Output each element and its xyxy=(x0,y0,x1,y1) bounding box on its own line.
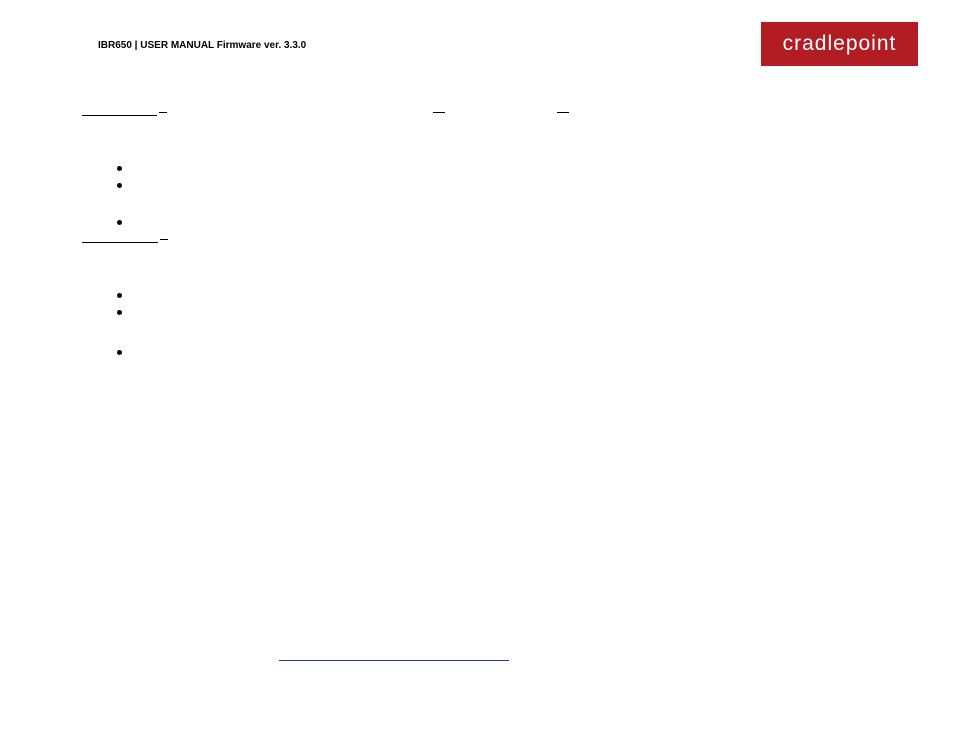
bullet-point xyxy=(117,310,122,315)
dash-mark xyxy=(433,112,445,113)
header-title: IBR650 | USER MANUAL Firmware ver. 3.3.0 xyxy=(98,40,306,51)
section-underline xyxy=(82,242,158,243)
dash-mark xyxy=(159,112,167,113)
bullet-point xyxy=(117,166,122,171)
bullet-point xyxy=(117,350,122,355)
dash-mark xyxy=(557,112,569,113)
hyperlink-underline[interactable] xyxy=(279,660,509,661)
document-page: IBR650 | USER MANUAL Firmware ver. 3.3.0… xyxy=(0,0,954,738)
bullet-point xyxy=(117,183,122,188)
dash-mark xyxy=(160,239,168,240)
cradlepoint-logo: cradlepoint xyxy=(761,22,918,66)
logo-text: cradlepoint xyxy=(783,32,897,56)
bullet-point xyxy=(117,220,122,225)
bullet-point xyxy=(117,293,122,298)
section-underline xyxy=(82,115,157,116)
